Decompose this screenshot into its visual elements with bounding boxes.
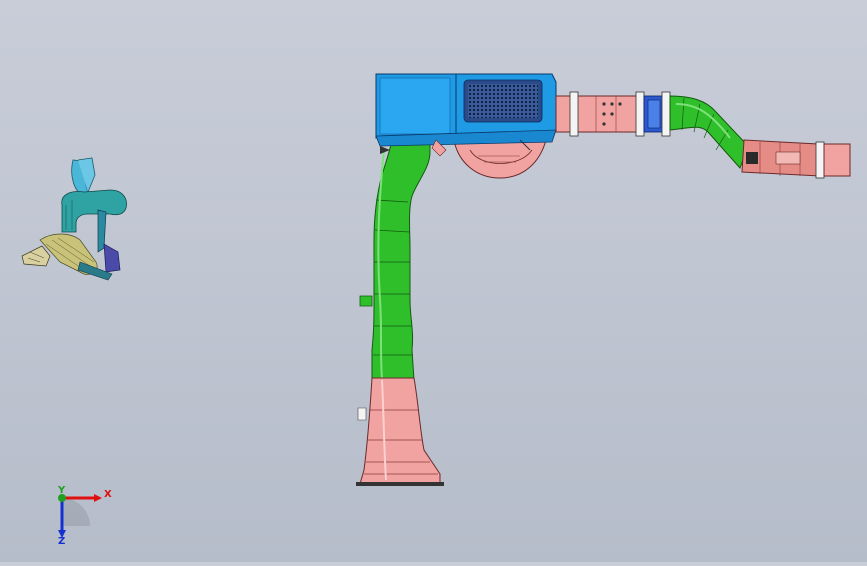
- y-axis-label: Y: [57, 485, 66, 496]
- triad-quadrant: [62, 498, 90, 526]
- duct-end-outlet[interactable]: [741, 139, 851, 179]
- duct-elbow[interactable]: [669, 95, 749, 169]
- coordinate-triad: X Y Z: [57, 485, 112, 547]
- z-axis-label: Z: [58, 536, 65, 547]
- cad-viewport[interactable]: X Y Z: [0, 0, 867, 562]
- x-axis-arrowhead: [94, 494, 102, 502]
- model-canvas[interactable]: X Y Z: [0, 0, 867, 562]
- preview-assembly[interactable]: [21, 157, 127, 281]
- x-axis-label: X: [104, 489, 112, 500]
- floor-outlet[interactable]: [356, 377, 444, 486]
- horizontal-duct[interactable]: [555, 91, 671, 137]
- vertical-duct[interactable]: [359, 139, 431, 381]
